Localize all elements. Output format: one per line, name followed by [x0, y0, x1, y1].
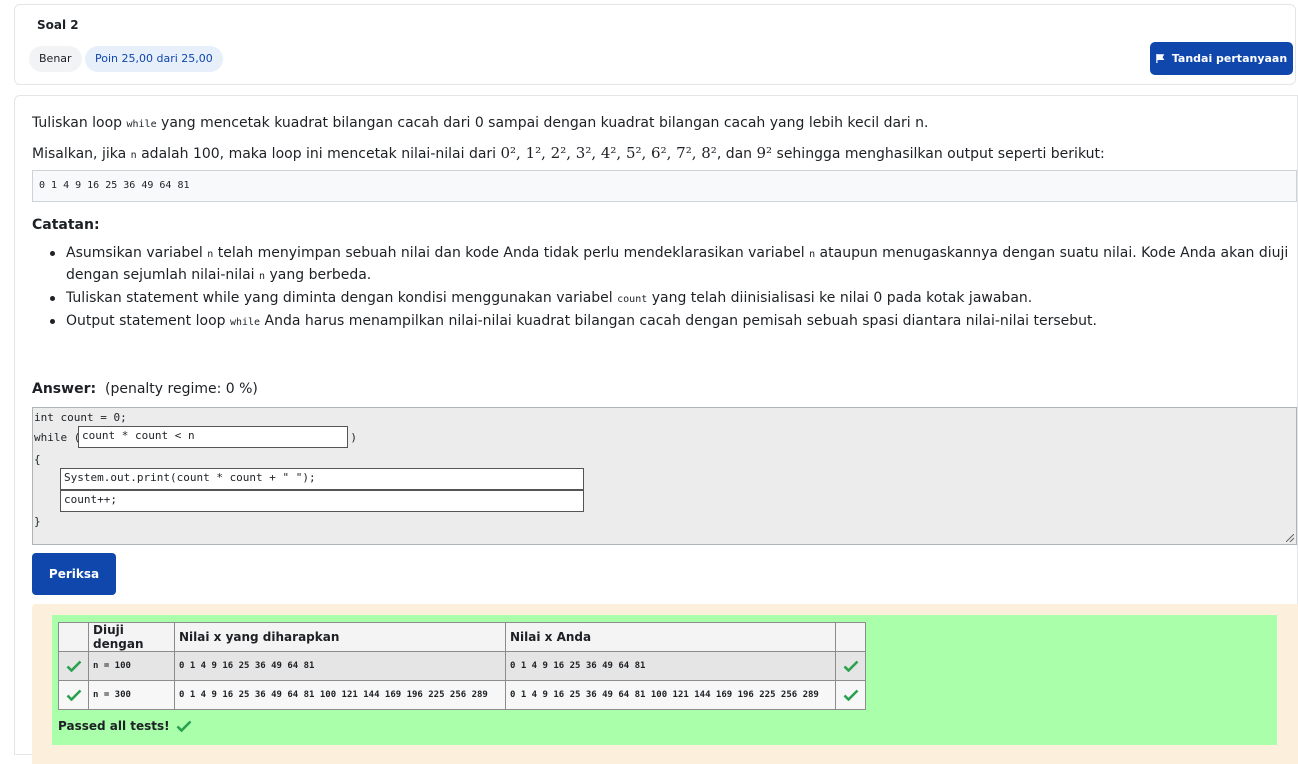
prompt-text: yang mencetak kuadrat bilangan cacah dar… — [156, 115, 929, 131]
notes-heading: Catatan: — [32, 217, 100, 233]
condition-input[interactable]: count * count < n — [78, 426, 348, 448]
row-status-cell — [835, 651, 866, 681]
code-line: int count = 0; — [34, 411, 127, 424]
prompt-text: , dan — [716, 146, 757, 162]
feedback-panel: Diuji dengan Nilai x yang diharapkan Nil… — [32, 604, 1298, 764]
code-line: { — [34, 453, 41, 466]
table-header: Nilai x yang diharapkan — [174, 622, 506, 652]
test-results-table: Diuji dengan Nilai x yang diharapkan Nil… — [58, 622, 866, 710]
check-mark-icon — [66, 689, 81, 701]
table-header: Diuji dengan — [88, 622, 175, 652]
expected-cell: 0 1 4 9 16 25 36 49 64 81 100 121 144 16… — [174, 680, 506, 710]
test-results-box: Diuji dengan Nilai x yang diharapkan Nil… — [52, 615, 1277, 745]
note-text: Anda harus menampilkan nilai-nilai kuadr… — [260, 313, 1097, 329]
row-status-cell — [835, 680, 866, 710]
got-cell: 0 1 4 9 16 25 36 49 64 81 — [505, 651, 836, 681]
points-badge: Poin 25,00 dari 25,00 — [85, 46, 223, 72]
code-text: ) — [350, 431, 357, 444]
notes-list: Asumsikan variabel n telah menyimpan seb… — [50, 243, 1296, 334]
note-text: yang telah diinisialisasi ke nilai 0 pad… — [647, 290, 1033, 306]
answer-heading: Answer: (penalty regime: 0 %) — [32, 381, 258, 397]
prompt-text: sehingga menghasilkan output seperti ber… — [772, 146, 1105, 162]
question-info-card: Soal 2 Benar Poin 25,00 dari 25,00 Tanda… — [14, 4, 1296, 85]
check-mark-icon — [176, 720, 192, 732]
prompt-line-2: Misalkan, jika n adalah 100, maka loop i… — [32, 144, 1105, 162]
math-expression: 0², 1², 2², 3², 4², 5², 6², 7², 8² — [500, 144, 717, 162]
answer-code-editor: int count = 0; while () count * count < … — [32, 407, 1297, 545]
inline-code: count — [617, 294, 648, 305]
inline-code: while — [126, 119, 157, 130]
table-row: n = 100 0 1 4 9 16 25 36 49 64 81 0 1 4 … — [58, 651, 866, 681]
resize-handle-icon[interactable] — [1286, 534, 1294, 542]
note-text: yang berbeda. — [265, 267, 372, 283]
flag-question-label: Tandai pertanyaan — [1171, 52, 1288, 65]
expected-cell: 0 1 4 9 16 25 36 49 64 81 — [174, 651, 506, 681]
passed-message: Passed all tests! — [58, 719, 192, 733]
statement-input-2[interactable]: count++; — [60, 490, 584, 512]
table-header — [835, 622, 866, 652]
flag-question-button[interactable]: Tandai pertanyaan — [1150, 42, 1293, 75]
test-cell: n = 100 — [88, 651, 175, 681]
inline-code: while — [229, 317, 261, 328]
note-text: Output statement loop — [66, 313, 230, 329]
list-item: Tuliskan statement while yang diminta de… — [50, 288, 1296, 310]
list-item: Output statement loop while Anda harus m… — [50, 311, 1296, 333]
prompt-text: Tuliskan loop — [32, 115, 127, 131]
row-status-cell — [58, 651, 89, 681]
note-text: telah menyimpan sebuah nilai dan kode An… — [213, 245, 810, 261]
answer-label: Answer: — [32, 381, 97, 397]
sample-output-box: 0 1 4 9 16 25 36 49 64 81 — [32, 170, 1297, 202]
status-badge: Benar — [29, 46, 82, 72]
prompt-text: adalah 100, maka loop ini mencetak nilai… — [136, 146, 501, 162]
penalty-text: (penalty regime: 0 %) — [104, 381, 258, 397]
list-item: Asumsikan variabel n telah menyimpan seb… — [50, 243, 1296, 287]
check-mark-icon — [843, 660, 858, 672]
note-text: Tuliskan statement while yang diminta de… — [66, 290, 618, 306]
check-button[interactable]: Periksa — [32, 553, 116, 595]
check-mark-icon — [843, 689, 858, 701]
code-text: while ( — [34, 431, 81, 444]
flag-icon — [1156, 54, 1165, 63]
got-cell: 0 1 4 9 16 25 36 49 64 81 100 121 144 16… — [505, 680, 836, 710]
math-expression: 9² — [756, 144, 773, 162]
question-title: Soal 2 — [37, 18, 79, 32]
table-header — [58, 622, 89, 652]
prompt-text: Misalkan, jika — [32, 146, 131, 162]
prompt-line-1: Tuliskan loop while yang mencetak kuadra… — [32, 115, 928, 131]
row-status-cell — [58, 680, 89, 710]
passed-text: Passed all tests! — [58, 719, 170, 733]
code-line: } — [34, 515, 41, 528]
table-row: n = 300 0 1 4 9 16 25 36 49 64 81 100 12… — [58, 680, 866, 710]
question-content-card: Tuliskan loop while yang mencetak kuadra… — [14, 95, 1298, 764]
note-text: Asumsikan variabel — [66, 245, 208, 261]
table-header: Nilai x Anda — [505, 622, 836, 652]
test-cell: n = 300 — [88, 680, 175, 710]
check-mark-icon — [66, 660, 81, 672]
statement-input-1[interactable]: System.out.print(count * count + " "); — [60, 468, 584, 490]
table-header-row: Diuji dengan Nilai x yang diharapkan Nil… — [58, 622, 866, 652]
